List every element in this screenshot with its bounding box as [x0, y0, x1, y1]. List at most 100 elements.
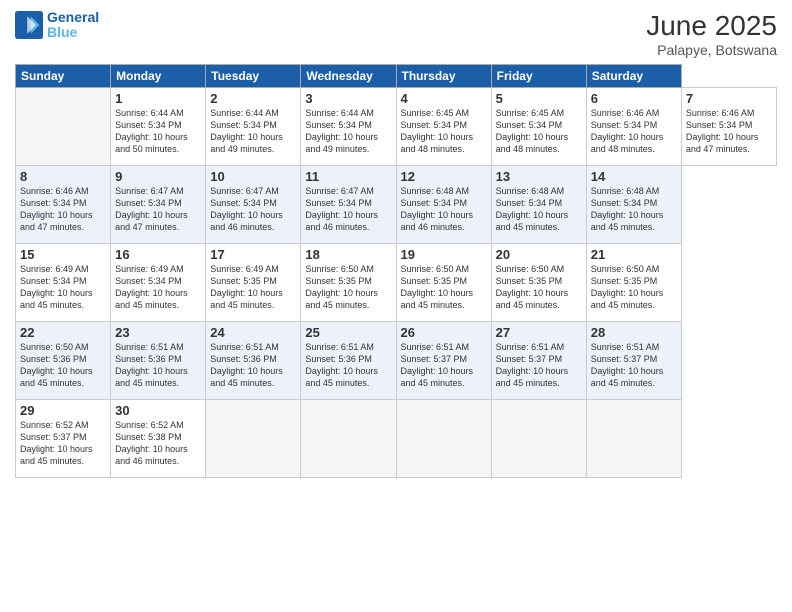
- header: General Blue June 2025 Palapye, Botswana: [15, 10, 777, 58]
- day-info: Sunrise: 6:50 AMSunset: 5:36 PMDaylight:…: [20, 342, 93, 388]
- table-row: 9 Sunrise: 6:47 AMSunset: 5:34 PMDaylight…: [111, 166, 206, 244]
- day-number: 8: [20, 169, 106, 184]
- day-info: Sunrise: 6:50 AMSunset: 5:35 PMDaylight:…: [591, 264, 664, 310]
- table-row: 21 Sunrise: 6:50 AMSunset: 5:35 PMDayligh…: [586, 244, 681, 322]
- day-info: Sunrise: 6:44 AMSunset: 5:34 PMDaylight:…: [305, 108, 378, 154]
- col-friday: Friday: [491, 65, 586, 88]
- day-info: Sunrise: 6:49 AMSunset: 5:34 PMDaylight:…: [20, 264, 93, 310]
- table-row: [491, 400, 586, 478]
- day-info: Sunrise: 6:52 AMSunset: 5:37 PMDaylight:…: [20, 420, 93, 466]
- table-row: 3Sunrise: 6:44 AMSunset: 5:34 PMDaylight…: [301, 88, 396, 166]
- day-number: 27: [496, 325, 582, 340]
- col-sunday: Sunday: [16, 65, 111, 88]
- day-info: Sunrise: 6:47 AMSunset: 5:34 PMDaylight:…: [305, 186, 378, 232]
- calendar-header-row: Sunday Monday Tuesday Wednesday Thursday…: [16, 65, 777, 88]
- table-row: 26 Sunrise: 6:51 AMSunset: 5:37 PMDayligh…: [396, 322, 491, 400]
- page: General Blue June 2025 Palapye, Botswana…: [0, 0, 792, 612]
- table-row: 5 Sunrise: 6:45 AMSunset: 5:34 PMDaylight…: [491, 88, 586, 166]
- calendar-table: Sunday Monday Tuesday Wednesday Thursday…: [15, 64, 777, 478]
- day-number: 2: [210, 91, 296, 106]
- day-info: Sunrise: 6:47 AMSunset: 5:34 PMDaylight:…: [210, 186, 283, 232]
- calendar-week-row: 1 Sunrise: 6:44 AMSunset: 5:34 PMDaylight…: [16, 88, 777, 166]
- table-row: 29Sunrise: 6:52 AMSunset: 5:37 PMDayligh…: [16, 400, 111, 478]
- day-number: 1: [115, 91, 201, 106]
- table-row: 4Sunrise: 6:45 AMSunset: 5:34 PMDaylight…: [396, 88, 491, 166]
- table-row: 13Sunrise: 6:48 AMSunset: 5:34 PMDayligh…: [491, 166, 586, 244]
- day-info: Sunrise: 6:46 AMSunset: 5:34 PMDaylight:…: [20, 186, 93, 232]
- day-info: Sunrise: 6:49 AMSunset: 5:34 PMDaylight:…: [115, 264, 188, 310]
- day-info: Sunrise: 6:51 AMSunset: 5:36 PMDaylight:…: [210, 342, 283, 388]
- day-number: 17: [210, 247, 296, 262]
- day-number: 20: [496, 247, 582, 262]
- table-row: 2 Sunrise: 6:44 AMSunset: 5:34 PMDaylight…: [206, 88, 301, 166]
- day-number: 14: [591, 169, 677, 184]
- col-monday: Monday: [111, 65, 206, 88]
- table-row: 25Sunrise: 6:51 AMSunset: 5:36 PMDayligh…: [301, 322, 396, 400]
- table-row: 15 Sunrise: 6:49 AMSunset: 5:34 PMDayligh…: [16, 244, 111, 322]
- table-row: 18 Sunrise: 6:50 AMSunset: 5:35 PMDayligh…: [301, 244, 396, 322]
- logo-line1: General: [47, 9, 99, 25]
- table-row: 28 Sunrise: 6:51 AMSunset: 5:37 PMDayligh…: [586, 322, 681, 400]
- table-row: 10 Sunrise: 6:47 AMSunset: 5:34 PMDayligh…: [206, 166, 301, 244]
- day-number: 24: [210, 325, 296, 340]
- logo: General Blue: [15, 10, 99, 41]
- day-number: 13: [496, 169, 582, 184]
- day-info: Sunrise: 6:45 AMSunset: 5:34 PMDaylight:…: [496, 108, 569, 154]
- day-info: Sunrise: 6:50 AMSunset: 5:35 PMDaylight:…: [305, 264, 378, 310]
- table-row: 1 Sunrise: 6:44 AMSunset: 5:34 PMDaylight…: [111, 88, 206, 166]
- day-number: 21: [591, 247, 677, 262]
- day-number: 11: [305, 169, 391, 184]
- table-row: 20Sunrise: 6:50 AMSunset: 5:35 PMDayligh…: [491, 244, 586, 322]
- table-row: 8 Sunrise: 6:46 AMSunset: 5:34 PMDaylight…: [16, 166, 111, 244]
- day-number: 25: [305, 325, 391, 340]
- table-row: 17 Sunrise: 6:49 AMSunset: 5:35 PMDayligh…: [206, 244, 301, 322]
- day-info: Sunrise: 6:44 AMSunset: 5:34 PMDaylight:…: [210, 108, 283, 154]
- month-title: June 2025: [646, 10, 777, 42]
- table-row: 11 Sunrise: 6:47 AMSunset: 5:34 PMDayligh…: [301, 166, 396, 244]
- calendar-week-row: 8 Sunrise: 6:46 AMSunset: 5:34 PMDaylight…: [16, 166, 777, 244]
- day-number: 12: [401, 169, 487, 184]
- table-row: [301, 400, 396, 478]
- day-number: 6: [591, 91, 677, 106]
- day-number: 5: [496, 91, 582, 106]
- calendar-week-row: 29Sunrise: 6:52 AMSunset: 5:37 PMDayligh…: [16, 400, 777, 478]
- day-info: Sunrise: 6:47 AMSunset: 5:34 PMDaylight:…: [115, 186, 188, 232]
- day-number: 10: [210, 169, 296, 184]
- logo-line2: Blue: [47, 24, 77, 40]
- day-info: Sunrise: 6:46 AMSunset: 5:34 PMDaylight:…: [686, 108, 759, 154]
- table-row: 27 Sunrise: 6:51 AMSunset: 5:37 PMDayligh…: [491, 322, 586, 400]
- title-block: June 2025 Palapye, Botswana: [646, 10, 777, 58]
- day-info: Sunrise: 6:50 AMSunset: 5:35 PMDaylight:…: [401, 264, 474, 310]
- table-row: 6Sunrise: 6:46 AMSunset: 5:34 PMDaylight…: [586, 88, 681, 166]
- calendar-week-row: 22 Sunrise: 6:50 AMSunset: 5:36 PMDayligh…: [16, 322, 777, 400]
- calendar-week-row: 15 Sunrise: 6:49 AMSunset: 5:34 PMDayligh…: [16, 244, 777, 322]
- table-row: 7Sunrise: 6:46 AMSunset: 5:34 PMDaylight…: [681, 88, 776, 166]
- col-tuesday: Tuesday: [206, 65, 301, 88]
- col-saturday: Saturday: [586, 65, 681, 88]
- day-number: 30: [115, 403, 201, 418]
- day-number: 18: [305, 247, 391, 262]
- table-row: [206, 400, 301, 478]
- table-row: 14Sunrise: 6:48 AMSunset: 5:34 PMDayligh…: [586, 166, 681, 244]
- day-info: Sunrise: 6:45 AMSunset: 5:34 PMDaylight:…: [401, 108, 474, 154]
- day-number: 22: [20, 325, 106, 340]
- location: Palapye, Botswana: [646, 42, 777, 58]
- col-wednesday: Wednesday: [301, 65, 396, 88]
- day-info: Sunrise: 6:51 AMSunset: 5:37 PMDaylight:…: [591, 342, 664, 388]
- day-info: Sunrise: 6:51 AMSunset: 5:36 PMDaylight:…: [115, 342, 188, 388]
- day-info: Sunrise: 6:51 AMSunset: 5:37 PMDaylight:…: [401, 342, 474, 388]
- table-row: [586, 400, 681, 478]
- table-row: [396, 400, 491, 478]
- day-info: Sunrise: 6:49 AMSunset: 5:35 PMDaylight:…: [210, 264, 283, 310]
- col-thursday: Thursday: [396, 65, 491, 88]
- table-row: 22 Sunrise: 6:50 AMSunset: 5:36 PMDayligh…: [16, 322, 111, 400]
- day-number: 9: [115, 169, 201, 184]
- day-info: Sunrise: 6:48 AMSunset: 5:34 PMDaylight:…: [401, 186, 474, 232]
- day-info: Sunrise: 6:44 AMSunset: 5:34 PMDaylight:…: [115, 108, 188, 154]
- day-number: 28: [591, 325, 677, 340]
- day-number: 26: [401, 325, 487, 340]
- day-number: 16: [115, 247, 201, 262]
- day-number: 23: [115, 325, 201, 340]
- day-number: 15: [20, 247, 106, 262]
- day-info: Sunrise: 6:51 AMSunset: 5:37 PMDaylight:…: [496, 342, 569, 388]
